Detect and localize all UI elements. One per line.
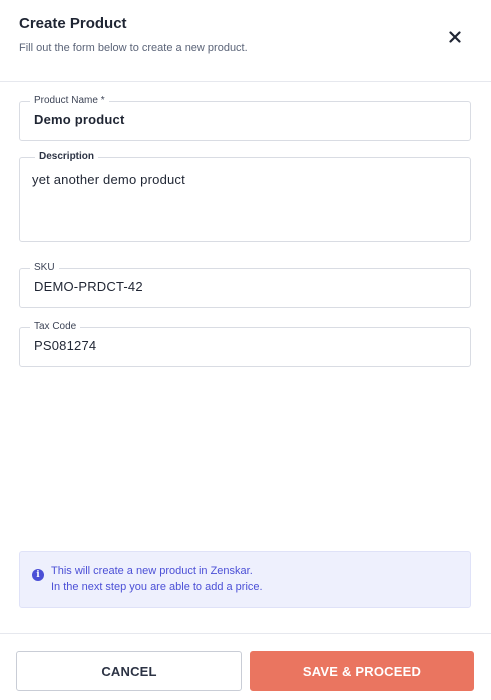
description-field[interactable]: Description yet another demo product [19,150,471,242]
info-icon: i [32,569,44,581]
dialog-subtitle: Fill out the form below to create a new … [19,42,248,54]
sku-label: SKU [30,261,59,275]
tax-code-label: Tax Code [30,320,81,334]
product-name-value[interactable]: Demo product [34,112,125,127]
sku-field[interactable]: SKU DEMO-PRDCT-42 [19,261,471,308]
sku-value[interactable]: DEMO-PRDCT-42 [34,279,143,294]
dialog-header: Create Product Fill out the form below t… [0,0,491,82]
dialog-footer: CANCEL SAVE & PROCEED [0,633,491,700]
tax-code-value[interactable]: PS081274 [34,338,96,353]
info-line-1: This will create a new product in Zenska… [51,565,253,577]
product-name-field[interactable]: Product Name * Demo product [19,94,471,141]
close-icon [449,31,461,43]
tax-code-field[interactable]: Tax Code PS081274 [19,320,471,367]
description-label: Description [35,150,99,164]
close-button[interactable] [444,26,466,48]
dialog-title: Create Product [19,15,127,32]
product-name-label: Product Name * [30,94,109,108]
info-banner: i This will create a new product in Zens… [19,551,471,608]
save-and-proceed-button[interactable]: SAVE & PROCEED [250,651,474,691]
cancel-button[interactable]: CANCEL [16,651,242,691]
info-line-2: In the next step you are able to add a p… [51,581,263,593]
description-value[interactable]: yet another demo product [32,172,185,187]
